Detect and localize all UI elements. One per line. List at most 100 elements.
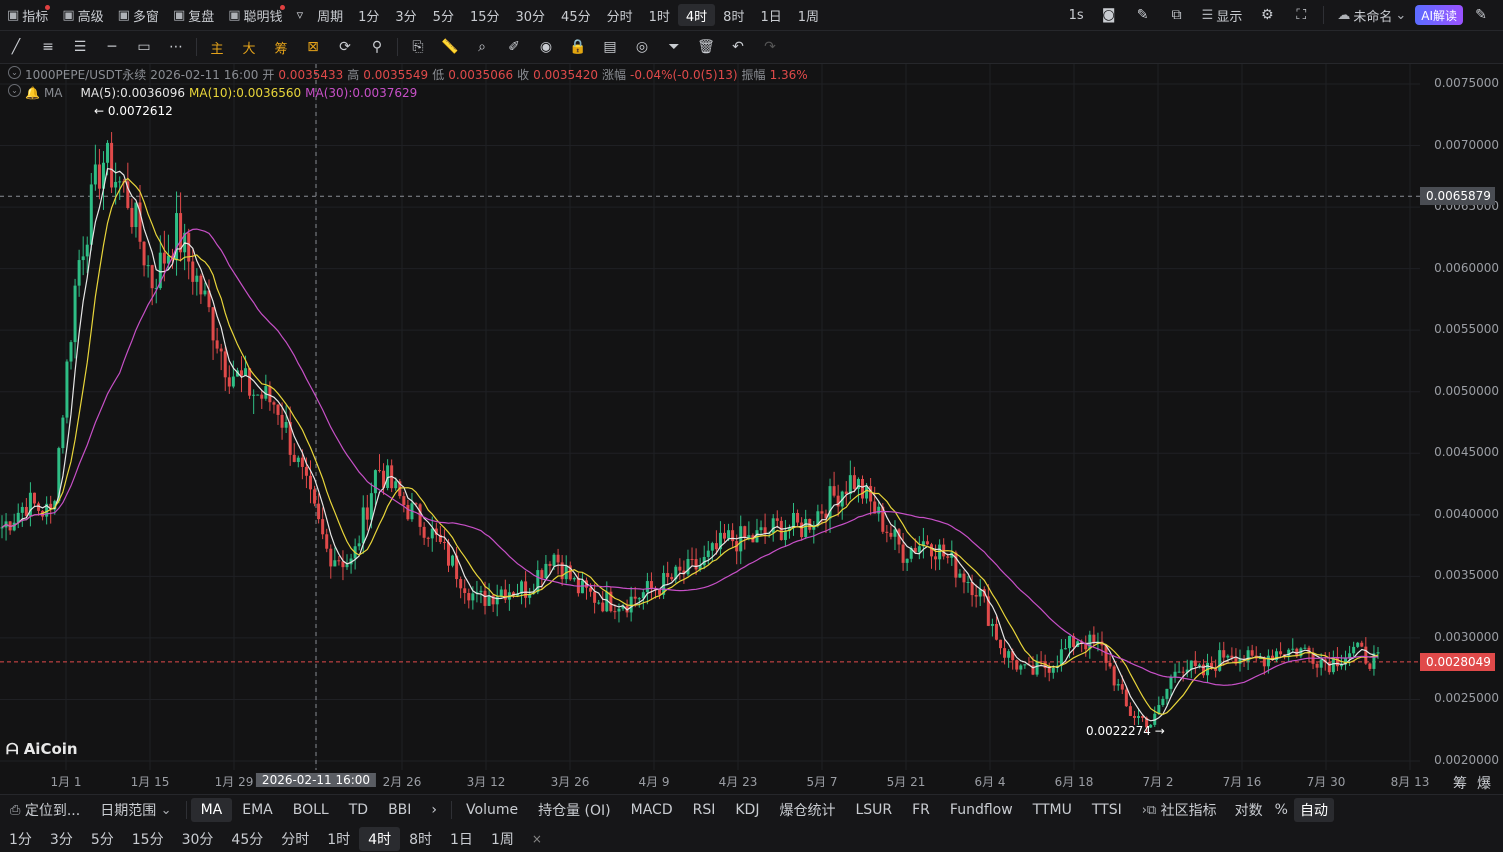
period-3[interactable]: 15分 — [462, 0, 508, 30]
topbar-item-2[interactable]: ▣ 多窗 — [111, 0, 166, 30]
bottom-period-4[interactable]: 30分 — [173, 826, 223, 852]
toggle-icon[interactable]: ⌄ — [8, 84, 21, 97]
edit-icon[interactable]: ✎ — [1465, 0, 1497, 30]
candle-body — [1364, 646, 1368, 664]
visibility-icon[interactable]: ◉ — [530, 32, 562, 62]
bottom-period-0[interactable]: 1分 — [0, 826, 41, 852]
note-icon[interactable]: ⎘ — [402, 32, 434, 62]
sub-indicator-4[interactable]: KDJ — [725, 795, 769, 825]
bottom-period-11[interactable]: 1周 — [482, 826, 523, 852]
main-indicator-3[interactable]: TD — [339, 795, 378, 825]
more-button[interactable]: ▿ — [290, 0, 311, 30]
candle-body — [191, 261, 195, 282]
bottom-period-10[interactable]: 1日 — [441, 826, 482, 852]
topbar-item-0[interactable]: ▣ 指标 — [0, 0, 55, 30]
date-range-button[interactable]: 日期范围 ⌄ — [90, 795, 181, 825]
ruler-icon[interactable]: 📏 — [434, 32, 466, 62]
candle-body — [739, 526, 743, 552]
community-indicators-button[interactable]: ›⧉ 社区指标 — [1132, 795, 1227, 825]
horizontal-line-icon[interactable]: ─ — [96, 32, 128, 62]
close-icon[interactable]: × — [523, 826, 551, 852]
period-4[interactable]: 30分 — [508, 0, 554, 30]
bell-icon[interactable]: 🔔 — [25, 84, 40, 102]
topbar-item-3[interactable]: ▣ 复盘 — [166, 0, 221, 30]
bottom-period-3[interactable]: 15分 — [123, 826, 173, 852]
period-dropdown[interactable]: 周期 — [310, 0, 350, 30]
locate-button[interactable]: ⎙ 定位到... — [0, 795, 90, 825]
more-tools-icon[interactable]: ⋯ — [160, 32, 192, 62]
bottom-period-6[interactable]: 分时 — [272, 826, 318, 852]
overlay-tool-0[interactable]: 主 — [201, 32, 233, 62]
popout-icon[interactable]: ⧉ — [1161, 0, 1193, 30]
rectangle-icon[interactable]: ▭ — [128, 32, 160, 62]
pen-icon[interactable]: ✎ — [1127, 0, 1159, 30]
time-axis[interactable]: 1月 1 1月 15 1月 29 2026-02-11 16:00 2月 26 3月 12… — [0, 770, 1503, 792]
delete-icon[interactable]: 🗑 — [690, 32, 722, 62]
parallel-lines-icon[interactable]: ☰ — [64, 32, 96, 62]
brush-icon[interactable]: ✐ — [498, 32, 530, 62]
interval-button[interactable]: 1s — [1062, 0, 1091, 30]
price-chart[interactable] — [0, 64, 1420, 770]
template-icon[interactable]: ▤ — [594, 32, 626, 62]
sub-indicator-7[interactable]: FR — [902, 795, 940, 825]
axis-mode-0[interactable]: 对数 — [1229, 795, 1269, 825]
period-2[interactable]: 5分 — [425, 0, 462, 30]
toggle-icon[interactable]: ⌄ — [8, 66, 21, 79]
fib-icon[interactable]: ≡ — [32, 32, 64, 62]
price-axis[interactable]: 0.0075000 0.0070000 0.0065000 0.0060000 0.00… — [1420, 64, 1503, 770]
overlay-tool-2[interactable]: 筹 — [265, 32, 297, 62]
axis-shortcut-0[interactable]: 筹 — [1453, 773, 1467, 793]
topbar-item-1[interactable]: ▣ 高级 — [55, 0, 110, 30]
period-6[interactable]: 分时 — [599, 0, 641, 30]
redo-icon[interactable]: ↷ — [754, 32, 786, 62]
topbar-item-4[interactable]: ▣ 聪明钱 — [221, 0, 289, 30]
pattern-icon[interactable]: ⊠ — [297, 32, 329, 62]
alert-icon[interactable]: ◎ — [626, 32, 658, 62]
sub-indicator-2[interactable]: MACD — [621, 795, 683, 825]
sub-indicator-9[interactable]: TTMU — [1023, 795, 1082, 825]
layout-select[interactable]: ☁ 未命名 ⌄ — [1330, 0, 1413, 30]
bottom-period-2[interactable]: 5分 — [82, 826, 123, 852]
period-1[interactable]: 3分 — [387, 0, 424, 30]
bottom-period-1[interactable]: 3分 — [41, 826, 82, 852]
display-button[interactable]: ☰ 显示 — [1195, 0, 1250, 30]
sub-indicator-0[interactable]: Volume — [456, 795, 528, 825]
bottom-period-9[interactable]: 8时 — [400, 826, 441, 852]
axis-mode-2[interactable]: 自动 — [1293, 798, 1334, 822]
settings-icon[interactable]: ⚙ — [1251, 0, 1283, 30]
period-5[interactable]: 45分 — [553, 0, 599, 30]
zoom-icon[interactable]: ⌕ — [466, 32, 498, 62]
trendline-icon[interactable]: ╱ — [0, 32, 32, 62]
period-0[interactable]: 1分 — [350, 0, 387, 30]
period-10[interactable]: 1日 — [752, 0, 789, 30]
main-indicator-4[interactable]: BBI — [378, 795, 421, 825]
magnet-icon[interactable]: ⚲ — [361, 32, 393, 62]
period-7[interactable]: 1时 — [641, 0, 678, 30]
period-11[interactable]: 1周 — [790, 0, 827, 30]
axis-mode-1[interactable]: % — [1269, 795, 1294, 825]
period-9[interactable]: 8时 — [715, 0, 752, 30]
camera-icon[interactable]: ◙ — [1093, 0, 1125, 30]
ai-interpret-button[interactable]: AI解读 — [1415, 5, 1463, 25]
bottom-period-7[interactable]: 1时 — [318, 826, 359, 852]
sub-indicator-3[interactable]: RSI — [683, 795, 726, 825]
overlay-tool-1[interactable]: 大 — [233, 32, 265, 62]
sub-indicator-1[interactable]: 持仓量 (OI) — [528, 795, 621, 825]
sub-indicator-6[interactable]: LSUR — [845, 795, 902, 825]
sub-indicator-10[interactable]: TTSI — [1082, 795, 1132, 825]
axis-shortcut-1[interactable]: 爆 — [1477, 773, 1491, 793]
period-8[interactable]: 4时 — [677, 4, 716, 26]
bottom-period-5[interactable]: 45分 — [222, 826, 272, 852]
undo-icon[interactable]: ↶ — [722, 32, 754, 62]
lock-icon[interactable]: 🔒 — [562, 32, 594, 62]
main-indicator-0[interactable]: MA — [190, 798, 233, 822]
main-indicator-more-icon[interactable]: › — [421, 795, 447, 825]
filter-icon[interactable]: ⏷ — [658, 32, 690, 62]
bottom-period-8[interactable]: 4时 — [359, 826, 401, 851]
main-indicator-1[interactable]: EMA — [232, 795, 283, 825]
main-indicator-2[interactable]: BOLL — [283, 795, 339, 825]
fullscreen-icon[interactable]: ⛶ — [1285, 0, 1317, 30]
sub-indicator-5[interactable]: 爆仓统计 — [769, 795, 845, 825]
sub-indicator-8[interactable]: Fundflow — [940, 795, 1023, 825]
sync-icon[interactable]: ⟳ — [329, 32, 361, 62]
